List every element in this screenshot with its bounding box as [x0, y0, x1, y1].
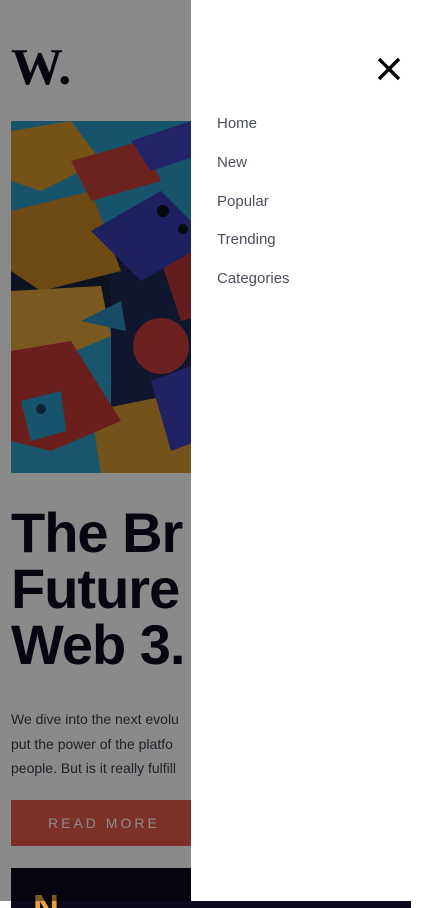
nav-item-home[interactable]: Home — [217, 112, 290, 151]
nav-item-categories[interactable]: Categories — [217, 267, 290, 306]
navigation-drawer: Home New Popular Trending Categories — [191, 0, 422, 901]
nav-item-popular[interactable]: Popular — [217, 190, 290, 229]
nav-item-trending[interactable]: Trending — [217, 228, 290, 267]
nav-menu: Home New Popular Trending Categories — [217, 112, 290, 306]
close-icon — [377, 57, 401, 81]
nav-item-new[interactable]: New — [217, 151, 290, 190]
close-menu-button[interactable] — [376, 56, 402, 82]
